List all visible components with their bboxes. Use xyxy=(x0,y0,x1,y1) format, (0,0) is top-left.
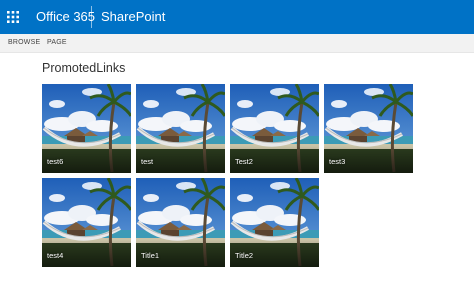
tile-label: Title1 xyxy=(141,251,160,260)
promoted-link-tile[interactable]: test3 xyxy=(324,84,413,173)
page-title: PromotedLinks xyxy=(42,61,126,75)
suite-bar: Office 365 SharePoint xyxy=(0,0,474,34)
app-launcher-icon[interactable] xyxy=(0,0,26,34)
tab-browse[interactable]: BROWSE xyxy=(8,39,40,46)
sharepoint-app-link[interactable]: SharePoint xyxy=(101,9,165,24)
tile-label: Test2 xyxy=(235,157,253,166)
tile-label: test6 xyxy=(47,157,64,166)
tab-page[interactable]: PAGE xyxy=(47,39,67,46)
tile-label: test xyxy=(141,157,154,166)
promoted-link-tile[interactable]: Test2 xyxy=(230,84,319,173)
suite-bar-divider xyxy=(91,6,92,28)
promoted-link-tile[interactable]: test xyxy=(136,84,225,173)
promoted-link-tile[interactable]: Title1 xyxy=(136,178,225,267)
promoted-link-tile[interactable]: test6 xyxy=(42,84,131,173)
promoted-link-tile[interactable]: test4 xyxy=(42,178,131,267)
tile-label: test3 xyxy=(329,157,346,166)
ribbon-bar: BROWSE PAGE xyxy=(0,34,474,53)
promoted-link-tile[interactable]: Title2 xyxy=(230,178,319,267)
tile-label: test4 xyxy=(47,251,64,260)
tile-label: Title2 xyxy=(235,251,254,260)
office365-brand[interactable]: Office 365 xyxy=(36,9,95,24)
